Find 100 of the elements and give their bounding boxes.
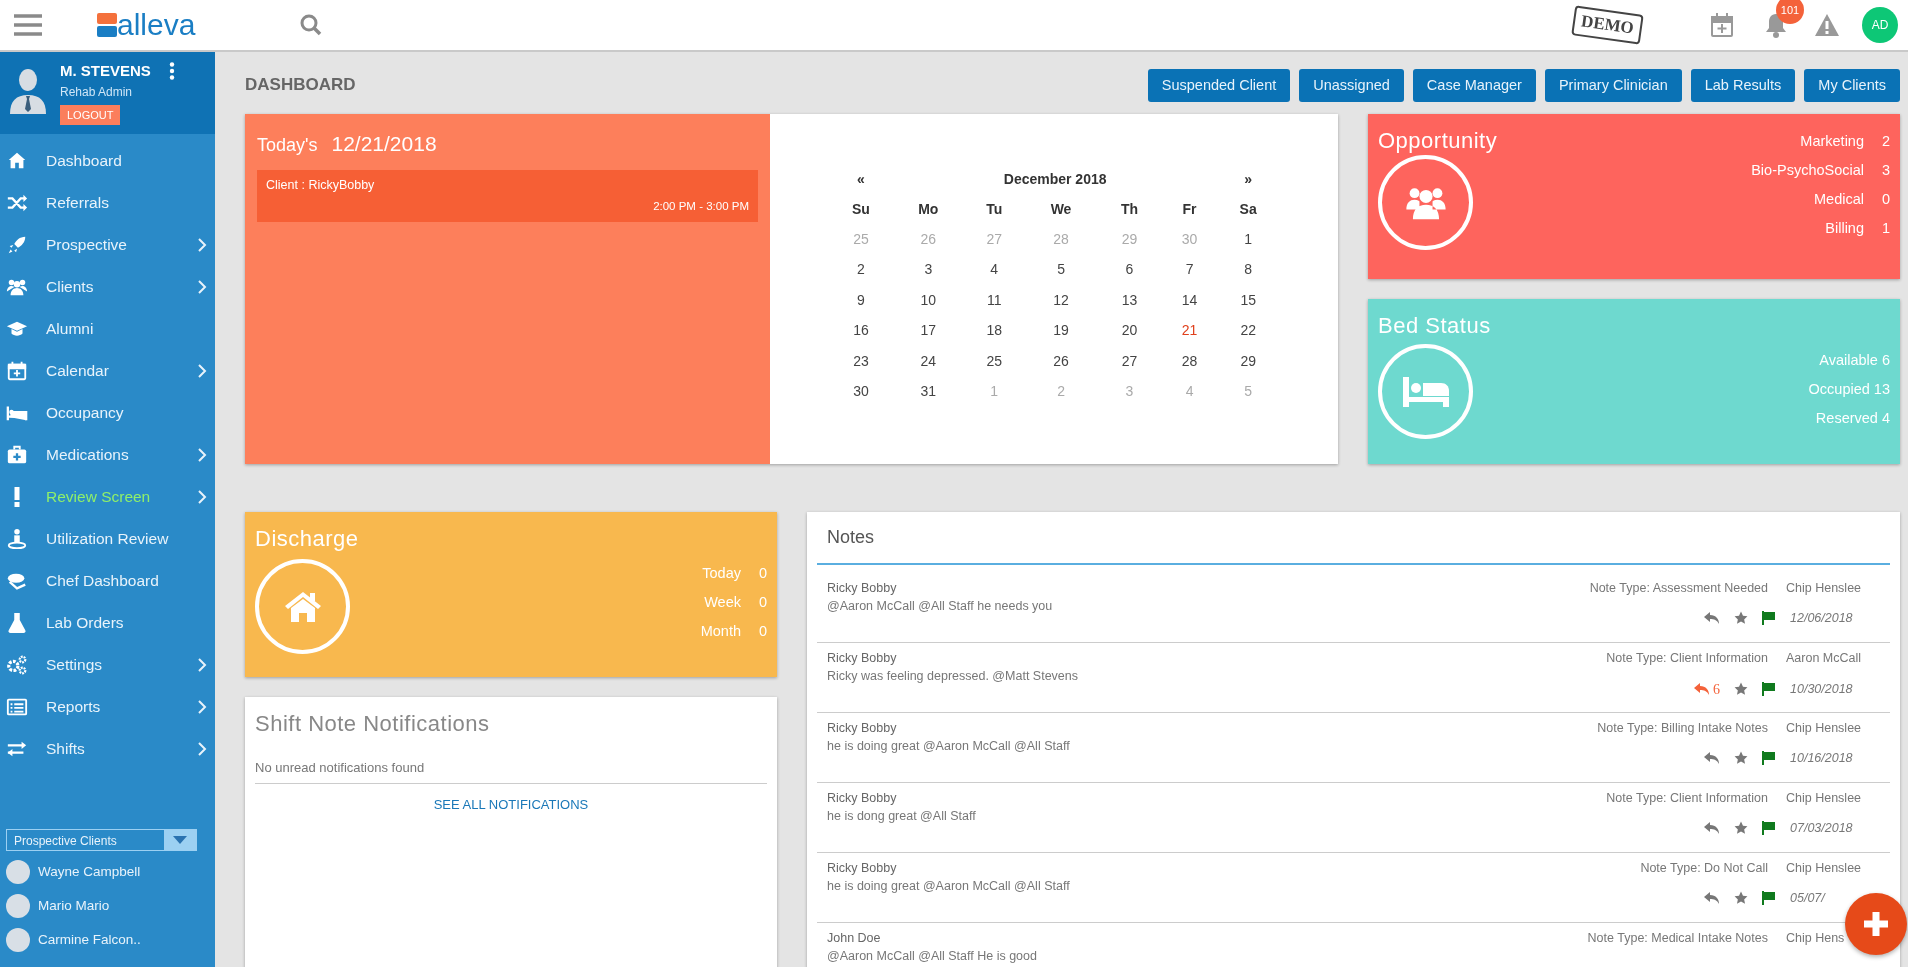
flag-icon[interactable] [1762,821,1776,836]
calendar-day[interactable]: 27 [1121,352,1138,369]
client-item[interactable]: Mario Mario [0,889,215,923]
next-month-button[interactable]: » [1244,170,1253,187]
star-icon[interactable] [1734,682,1748,697]
see-all-link[interactable]: SEE ALL NOTIFICATIONS [433,796,589,812]
filter-button[interactable]: My Clients [1804,68,1900,102]
sidebar-item[interactable]: Review Screen [0,476,215,518]
reply-icon[interactable] [1704,821,1720,835]
calendar-day[interactable]: 13 [1121,291,1138,308]
calendar-day[interactable]: 7 [1185,261,1194,278]
weekday-header: Mo [918,200,939,217]
calendar-day[interactable]: 2 [1057,383,1065,400]
sidebar-item[interactable]: Calendar [0,350,215,392]
note-date: 10/30/2018 [1790,681,1854,698]
calendar-day[interactable]: 15 [1240,291,1256,308]
calendar-day[interactable]: 28 [1181,352,1198,369]
filter-button[interactable]: Case Manager [1412,68,1536,102]
calendar-day[interactable]: 12 [1053,291,1069,308]
sidebar-item[interactable]: Medications [0,434,215,476]
calendar-day[interactable]: 30 [1181,230,1198,247]
sidebar-item[interactable]: Dashboard [0,140,215,182]
search-icon[interactable] [300,14,322,36]
bed-icon [1402,376,1449,407]
calendar-add-icon[interactable] [1710,12,1734,38]
calendar-day[interactable]: 3 [1125,383,1134,400]
calendar-day[interactable]: 1 [1244,230,1253,247]
calendar-day[interactable]: 20 [1121,322,1138,339]
sidebar-item[interactable]: Reports [0,686,215,728]
client-item[interactable]: Wayne Campbell [0,855,215,889]
sidebar-item[interactable]: Prospective [0,224,215,266]
calendar-day[interactable]: 17 [920,322,937,339]
calendar-day[interactable]: 11 [986,291,1002,308]
calendar-day[interactable]: 3 [924,261,933,278]
note-text: he is doing great @Aaron McCall @All Staff [827,878,1070,893]
calendar-day[interactable]: 19 [1053,322,1069,339]
sidebar-item[interactable]: Settings [0,644,215,686]
sidebar-item[interactable]: Alumni [0,308,215,350]
sidebar-item[interactable]: Shifts [0,728,215,770]
sidebar-item[interactable]: Referrals [0,182,215,224]
calendar-day[interactable]: 28 [1053,230,1069,247]
filter-button[interactable]: Lab Results [1690,68,1796,102]
reply-icon[interactable] [1704,891,1720,905]
avatar [6,860,30,884]
calendar-day[interactable]: 29 [1121,230,1138,247]
flag-icon[interactable] [1762,891,1776,906]
note-type: Note Type: Do Not Call [1640,861,1768,877]
sidebar-item[interactable]: Chef Dashboard [0,560,215,602]
calendar-day[interactable]: 26 [1053,352,1069,369]
calendar-day[interactable]: 25 [853,230,869,247]
calendar-day[interactable]: 4 [990,261,999,278]
calendar-day[interactable]: 6 [1125,261,1134,278]
calendar-day[interactable]: 25 [986,352,1002,369]
calendar-day[interactable]: 29 [1240,352,1256,369]
client-item[interactable]: Carmine Falcon.. [0,923,215,957]
flag-icon[interactable] [1762,682,1776,697]
bell-icon[interactable] [1764,12,1788,38]
kebab-menu-icon[interactable] [169,62,175,80]
sidebar-item[interactable]: Lab Orders [0,602,215,644]
calendar-day[interactable]: 23 [853,352,869,369]
reply-icon[interactable] [1704,751,1720,765]
client-filter-select[interactable]: Prospective Clients [6,829,197,851]
calendar-day[interactable]: 14 [1181,291,1198,308]
warning-icon[interactable] [1814,13,1840,37]
calendar-day[interactable]: 4 [1185,383,1194,400]
calendar-day[interactable]: 21 [1181,322,1198,339]
logout-button[interactable]: LOGOUT [60,104,121,125]
calendar-day[interactable]: 24 [920,352,937,369]
menu-icon[interactable] [14,14,42,36]
sidebar-item[interactable]: Clients [0,266,215,308]
filter-button[interactable]: Primary Clinician [1544,68,1682,102]
star-icon[interactable] [1734,891,1748,906]
person-pin-icon [6,528,28,550]
stat-value: 0 [757,564,767,583]
reply-icon[interactable] [1704,611,1720,625]
calendar-day[interactable]: 22 [1240,322,1256,339]
calendar-day[interactable]: 8 [1244,261,1253,278]
star-icon[interactable] [1734,821,1748,836]
calendar-day[interactable]: 16 [853,322,869,339]
sidebar-item[interactable]: Utilization Review [0,518,215,560]
appointment-card[interactable]: Client : RickyBobby 2:00 PM - 3:00 PM [257,169,758,222]
sidebar-item[interactable]: Occupancy [0,392,215,434]
calendar-day[interactable]: 18 [986,322,1002,339]
calendar-day[interactable]: 31 [920,383,937,400]
star-icon[interactable] [1734,611,1748,626]
reply-icon[interactable] [1694,682,1710,696]
list-icon [6,696,28,718]
calendar-day[interactable]: 5 [1057,261,1065,278]
filter-button[interactable]: Unassigned [1299,68,1404,102]
prev-month-button[interactable]: « [857,170,865,187]
calendar-day[interactable]: 2 [857,261,865,278]
calendar-day[interactable]: 5 [1244,383,1253,400]
flag-icon[interactable] [1762,611,1776,626]
star-icon[interactable] [1734,751,1748,766]
flag-icon[interactable] [1762,751,1776,766]
calendar-day[interactable]: 9 [857,291,865,308]
filter-button[interactable]: Suspended Client [1147,68,1291,102]
calendar-day[interactable]: 10 [920,291,937,308]
calendar-day[interactable]: 26 [920,230,937,247]
calendar-day[interactable]: 30 [853,383,869,400]
